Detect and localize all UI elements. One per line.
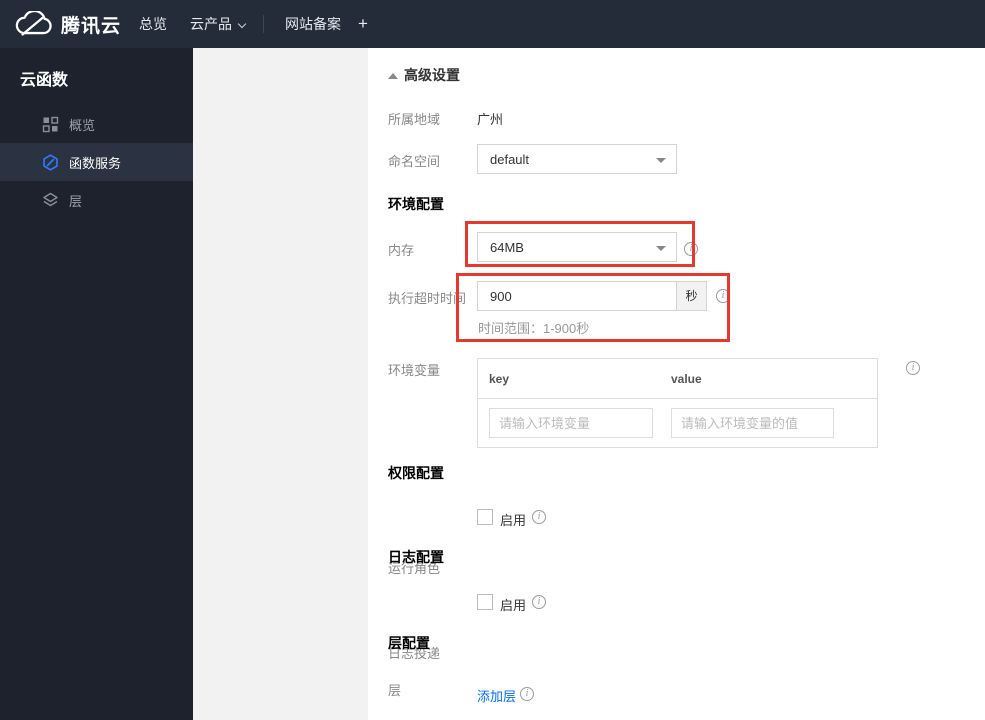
nav-add-button[interactable]: + bbox=[358, 0, 368, 48]
role-info-icon[interactable]: i bbox=[532, 510, 546, 524]
caret-down-icon bbox=[656, 246, 666, 251]
env-vars-info-icon[interactable]: i bbox=[906, 361, 920, 375]
layers-icon bbox=[42, 192, 59, 209]
env-value-column-header: value bbox=[671, 371, 702, 386]
log-enable-label: 启用 bbox=[500, 598, 527, 613]
sidebar-item-overview-label: 概览 bbox=[69, 117, 96, 133]
collapse-arrow-icon bbox=[388, 73, 398, 79]
log-info-icon[interactable]: i bbox=[532, 595, 546, 609]
advanced-settings-label: 高级设置 bbox=[404, 67, 460, 83]
sidebar-item-function-service[interactable]: 函数服务 bbox=[0, 143, 193, 181]
nav-item-website-icp[interactable]: 网站备案 bbox=[285, 0, 341, 48]
timeout-label: 执行超时时间 bbox=[388, 291, 467, 306]
memory-dropdown[interactable]: 64MB bbox=[477, 232, 677, 262]
top-navbar: 腾讯云 总览 云产品 网站备案 + bbox=[0, 0, 985, 48]
tencent-cloud-logo-icon bbox=[14, 9, 52, 38]
section-environment-config: 环境配置 bbox=[388, 196, 444, 212]
namespace-dropdown-value: default bbox=[490, 152, 530, 167]
overview-grid-icon bbox=[42, 116, 59, 133]
sidebar-item-overview[interactable]: 概览 bbox=[0, 105, 193, 143]
log-enable-checkbox[interactable] bbox=[477, 594, 493, 610]
env-value-input[interactable] bbox=[671, 408, 834, 438]
nav-item-cloud-products[interactable]: 云产品 bbox=[190, 0, 247, 48]
env-vars-table: key value bbox=[477, 358, 878, 448]
timeout-input[interactable] bbox=[478, 282, 676, 310]
timeout-info-icon[interactable]: i bbox=[716, 289, 730, 303]
memory-label: 内存 bbox=[388, 243, 415, 258]
role-enable-label: 启用 bbox=[500, 513, 527, 528]
timeout-unit-suffix: 秒 bbox=[676, 282, 706, 310]
memory-info-icon[interactable]: i bbox=[684, 242, 698, 256]
layer-label: 层 bbox=[388, 683, 402, 698]
section-layer-config: 层配置 bbox=[388, 635, 430, 651]
env-vars-label: 环境变量 bbox=[388, 363, 441, 378]
namespace-label: 命名空间 bbox=[388, 154, 441, 169]
sidebar-menu: 概览 函数服务 层 bbox=[0, 105, 193, 219]
sidebar-item-layer-label: 层 bbox=[69, 193, 83, 209]
namespace-dropdown[interactable]: default bbox=[477, 144, 677, 174]
navbar-divider bbox=[263, 15, 264, 33]
caret-down-icon bbox=[656, 158, 666, 163]
advanced-settings-toggle[interactable]: 高级设置 bbox=[388, 65, 460, 85]
timeout-input-group: 秒 bbox=[477, 281, 707, 311]
sidebar-item-layer[interactable]: 层 bbox=[0, 181, 193, 219]
env-vars-table-row bbox=[478, 399, 877, 447]
main-content: 高级设置 所属地域 广州 命名空间 default 环境配置 内存 64MB i… bbox=[368, 48, 985, 720]
sidebar-item-function-service-label: 函数服务 bbox=[69, 155, 122, 171]
region-value: 广州 bbox=[477, 112, 504, 127]
secondary-panel bbox=[193, 48, 368, 720]
timeout-range-hint: 时间范围：1-900秒 bbox=[478, 321, 590, 336]
role-enable-checkbox[interactable] bbox=[477, 509, 493, 525]
sidebar: 云函数 概览 函数服务 层 bbox=[0, 48, 193, 720]
section-log-config: 日志配置 bbox=[388, 549, 444, 565]
add-layer-link[interactable]: 添加层 bbox=[477, 686, 516, 705]
brand-name: 腾讯云 bbox=[61, 15, 122, 37]
nav-item-overview[interactable]: 总览 bbox=[139, 0, 167, 48]
memory-dropdown-value: 64MB bbox=[490, 240, 524, 255]
page: 腾讯云 总览 云产品 网站备案 + 云函数 概览 函数服务 层 高级设置 所属地… bbox=[0, 0, 985, 720]
nav-item-cloud-products-label: 云产品 bbox=[190, 16, 232, 32]
section-permission-config: 权限配置 bbox=[388, 465, 444, 481]
env-key-column-header: key bbox=[489, 371, 510, 386]
chevron-down-icon bbox=[237, 19, 247, 29]
sidebar-title: 云函数 bbox=[20, 72, 69, 89]
brand[interactable]: 腾讯云 bbox=[14, 0, 121, 48]
env-vars-table-header: key value bbox=[478, 359, 877, 399]
layer-info-icon[interactable]: i bbox=[520, 687, 534, 701]
region-label: 所属地域 bbox=[388, 112, 441, 127]
scf-hexagon-icon bbox=[42, 153, 59, 171]
env-key-input[interactable] bbox=[489, 408, 653, 438]
